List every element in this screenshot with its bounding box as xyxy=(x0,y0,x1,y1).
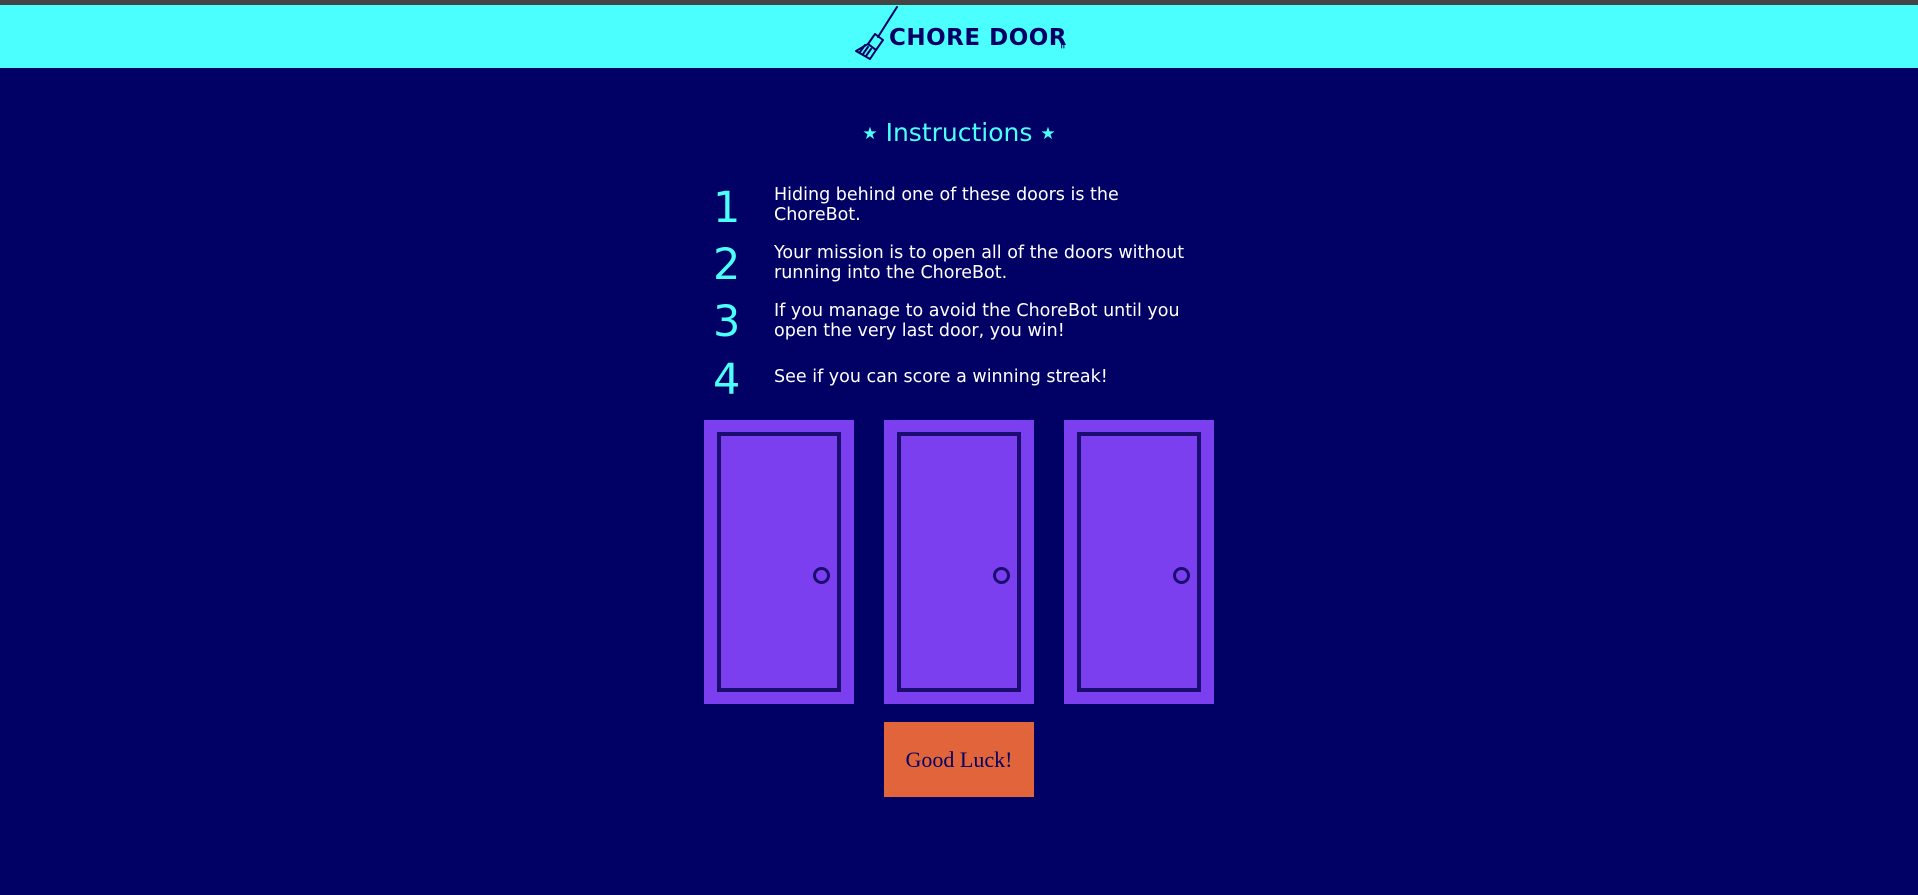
door-3[interactable] xyxy=(1064,420,1214,704)
instruction-step: 2 Your mission is to open all of the doo… xyxy=(705,240,1205,290)
door-knob-icon xyxy=(813,567,830,584)
star-icon: ★ xyxy=(862,124,878,144)
title-mark: " xyxy=(1060,43,1066,57)
header-bar: CHORE DOOR " xyxy=(0,5,1918,68)
step-number: 3 xyxy=(713,297,741,347)
step-text: See if you can score a winning streak! xyxy=(774,367,1108,387)
step-number: 1 xyxy=(713,183,741,233)
door-1[interactable] xyxy=(704,420,854,704)
app-title: CHORE DOOR xyxy=(889,25,1068,51)
instructions-heading: ★ Instructions ★ xyxy=(0,118,1918,147)
door-panel xyxy=(897,432,1021,692)
door-panel xyxy=(1077,432,1201,692)
step-number: 4 xyxy=(713,355,741,405)
instruction-step: 3 If you manage to avoid the ChoreBot un… xyxy=(705,297,1205,347)
step-text: Your mission is to open all of the doors… xyxy=(774,243,1185,283)
instruction-step: 4 See if you can score a winning streak! xyxy=(705,355,1205,405)
door-panel xyxy=(717,432,841,692)
door-2[interactable] xyxy=(884,420,1034,704)
star-icon: ★ xyxy=(1040,124,1056,144)
start-button[interactable]: Good Luck! xyxy=(884,722,1034,797)
door-knob-icon xyxy=(1173,567,1190,584)
step-text: Hiding behind one of these doors is the … xyxy=(774,185,1119,225)
step-text: If you manage to avoid the ChoreBot unti… xyxy=(774,301,1180,341)
instructions-title: Instructions xyxy=(885,118,1033,147)
instruction-step: 1 Hiding behind one of these doors is th… xyxy=(705,183,1205,233)
step-number: 2 xyxy=(713,240,741,290)
door-knob-icon xyxy=(993,567,1010,584)
